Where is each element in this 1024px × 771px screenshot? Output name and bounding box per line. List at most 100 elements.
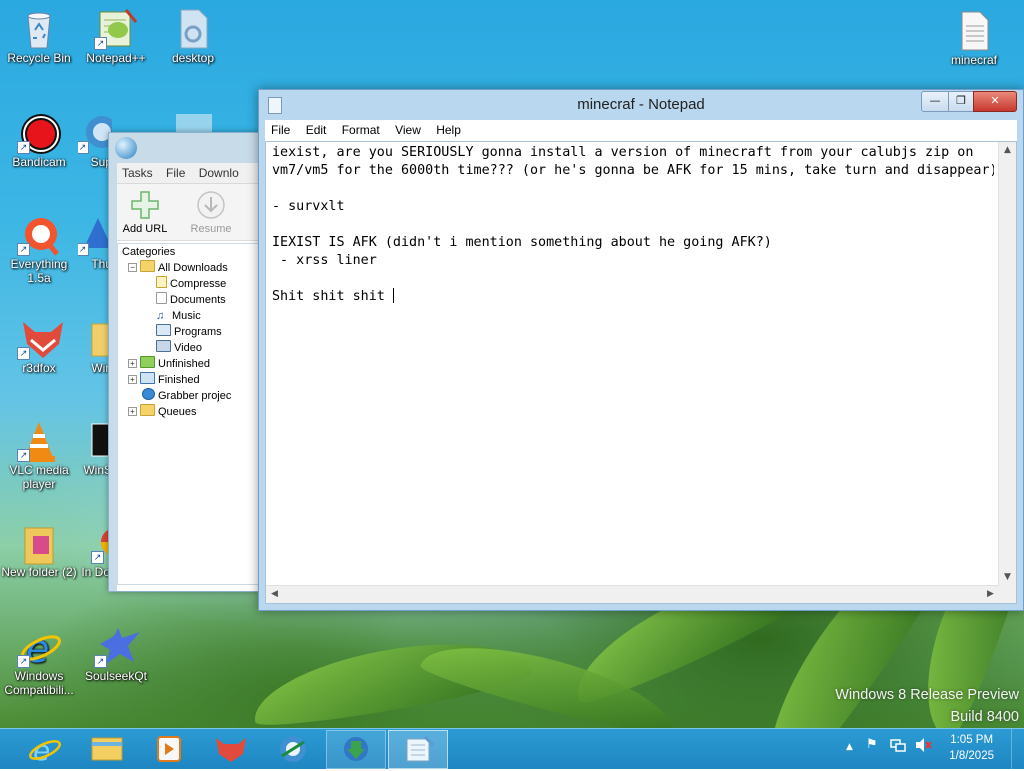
idm-menu-tasks[interactable]: Tasks <box>117 163 158 183</box>
text-line <box>272 270 994 288</box>
globe-icon <box>142 388 155 400</box>
clock-time: 1:05 PM <box>950 734 994 746</box>
collapse-icon[interactable]: − <box>128 263 137 272</box>
maximize-button[interactable]: ❐ <box>948 91 974 112</box>
taskbar-notepad[interactable] <box>388 730 448 769</box>
shortcut-arrow-icon: ↗ <box>17 141 30 154</box>
tree-item-unfinished[interactable]: + Unfinished <box>118 356 258 372</box>
menu-file[interactable]: File <box>265 120 296 137</box>
idm-titlebar[interactable] <box>109 133 259 163</box>
desktop-icon-label: minecraf <box>950 53 997 67</box>
desktop-icon-r3dfox[interactable]: ↗ r3dfox <box>1 318 77 375</box>
tree-item-programs[interactable]: Programs <box>118 324 258 340</box>
tree-item-all-downloads[interactable]: − All Downloads <box>118 260 258 276</box>
desktop-icon-bandicam[interactable]: ↗ Bandicam <box>1 112 77 169</box>
notepad-menubar: File Edit Format View Help <box>265 120 1017 141</box>
desktop-icon-label: r3dfox <box>22 361 56 375</box>
scroll-up-arrow-icon[interactable]: ▲ <box>999 142 1016 159</box>
tree-item-label: Video <box>174 342 202 354</box>
windows-watermark: Windows 8 Release Preview Build 8400 <box>835 684 1019 728</box>
tree-item-music[interactable]: ♫ Music <box>118 308 258 324</box>
desktop: Recycle Bin ↗ Notepad++ desktop minecraf… <box>0 0 1024 728</box>
vertical-scrollbar[interactable]: ▲ ▼ <box>998 142 1016 586</box>
everything-search-icon: ↗ <box>17 214 59 256</box>
action-center-flag-icon[interactable]: ⚑ <box>866 737 878 752</box>
idm-menubar: Tasks File Downlo <box>117 163 259 184</box>
idm-menu-file[interactable]: File <box>161 163 190 183</box>
shortcut-arrow-icon: ↗ <box>94 655 107 668</box>
desktop-icon-new-folder[interactable]: New folder (2) <box>1 522 77 579</box>
internet-explorer-icon: e <box>29 734 61 767</box>
network-icon[interactable] <box>890 737 906 757</box>
minimize-button[interactable]: — <box>921 91 949 112</box>
window-controls: — ❐ ✕ <box>921 91 1017 112</box>
zip-icon <box>156 276 167 288</box>
taskbar-internet-download-manager[interactable] <box>326 730 386 769</box>
tree-item-finished[interactable]: + Finished <box>118 372 258 388</box>
scroll-down-arrow-icon[interactable]: ▼ <box>999 569 1016 586</box>
system-clock[interactable]: 1:05 PM 1/8/2025 <box>949 732 994 764</box>
tree-item-queues[interactable]: + Queues <box>118 404 258 420</box>
tree-item-label: Music <box>172 310 201 322</box>
notepad-plus-plus-icon: ↗ <box>94 8 138 50</box>
taskbar-media-player[interactable] <box>140 730 198 767</box>
shortcut-arrow-icon: ↗ <box>91 551 104 564</box>
watermark-edition: Windows 8 Release Preview <box>835 687 1019 703</box>
svg-text:e: e <box>33 734 50 767</box>
desktop-icon-label: desktop <box>171 51 215 65</box>
menu-format[interactable]: Format <box>336 120 386 137</box>
taskbar-internet-explorer[interactable]: e <box>16 730 74 767</box>
internet-explorer-icon: e ↗ <box>17 626 61 671</box>
idm-resume-button[interactable]: Resume <box>187 190 235 235</box>
expand-icon[interactable]: + <box>128 375 137 384</box>
notepad-titlebar[interactable]: minecraf - Notepad <box>259 90 1023 119</box>
tree-item-compressed[interactable]: Compresse <box>118 276 258 292</box>
idm-menu-downloads[interactable]: Downlo <box>194 163 244 183</box>
scroll-right-arrow-icon[interactable]: ▶ <box>982 586 999 603</box>
notepad-window[interactable]: minecraf - Notepad — ❐ ✕ File Edit Forma… <box>258 89 1024 611</box>
idm-window[interactable]: Tasks File Downlo Add URL Resume Categor… <box>108 132 260 592</box>
desktop-icon-vlc[interactable]: ↗ VLC media player <box>1 420 77 491</box>
desktop-icon-wins[interactable]: WinS <box>78 420 112 477</box>
idm-add-url-button[interactable]: Add URL <box>121 190 169 235</box>
desktop-icon-desktop[interactable]: desktop <box>155 8 231 65</box>
text-editor[interactable]: iexist, are you SERIOUSLY gonna install … <box>265 141 1017 604</box>
tree-item-documents[interactable]: Documents <box>118 292 258 308</box>
expand-icon[interactable]: + <box>128 359 137 368</box>
desktop-icon-minecraf[interactable]: minecraf <box>936 10 1012 67</box>
desktop-icon-thu[interactable]: ↗ Thu <box>78 214 112 271</box>
menu-edit[interactable]: Edit <box>300 120 333 137</box>
recycle-bin-icon <box>19 8 59 49</box>
menu-help[interactable]: Help <box>430 120 467 137</box>
menu-view[interactable]: View <box>389 120 427 137</box>
desktop-icon-win[interactable]: Win <box>78 318 112 375</box>
desktop-icon-recycle-bin[interactable]: Recycle Bin <box>1 8 77 65</box>
desktop-icon-notepad-plus-plus[interactable]: ↗ Notepad++ <box>78 8 154 65</box>
folder-icon <box>91 737 123 761</box>
desktop-icon-windows-compatibility[interactable]: e ↗ Windows Compatibili... <box>1 626 77 697</box>
idm-window-border <box>109 163 117 591</box>
taskbar-file-explorer[interactable] <box>78 730 136 767</box>
desktop-icon-sup[interactable]: ↗ Sup <box>78 112 112 169</box>
soulseek-bird-icon: ↗ <box>94 626 140 668</box>
expand-icon[interactable]: + <box>128 407 137 416</box>
notepad-app-icon[interactable] <box>268 97 282 114</box>
close-button[interactable]: ✕ <box>973 91 1017 112</box>
tree-item-video[interactable]: Video <box>118 340 258 356</box>
show-desktop-button[interactable] <box>1011 729 1024 769</box>
volume-muted-icon[interactable] <box>914 737 932 757</box>
desktop-icon-everything[interactable]: ↗ Everything 1.5a <box>1 214 77 285</box>
scroll-left-arrow-icon[interactable]: ◀ <box>266 586 283 603</box>
horizontal-scrollbar[interactable]: ◀ ▶ <box>266 585 999 603</box>
tree-item-grabber-projects[interactable]: Grabber projec <box>118 388 258 404</box>
editor-text-area[interactable]: iexist, are you SERIOUSLY gonna install … <box>272 144 994 583</box>
text-file-icon <box>954 10 994 51</box>
text-line: vm7/vm5 for the 6000th time??? (or he's … <box>272 163 994 178</box>
document-icon <box>156 292 167 304</box>
show-hidden-icons-button[interactable]: ▲ <box>846 742 853 752</box>
taskbar-browser[interactable] <box>264 730 322 767</box>
r3dfox-icon <box>216 738 246 762</box>
desktop-icon-soulseek[interactable]: ↗ SoulseekQt <box>78 626 154 683</box>
shortcut-arrow-icon: ↗ <box>78 141 89 154</box>
taskbar-r3dfox[interactable] <box>202 730 260 767</box>
